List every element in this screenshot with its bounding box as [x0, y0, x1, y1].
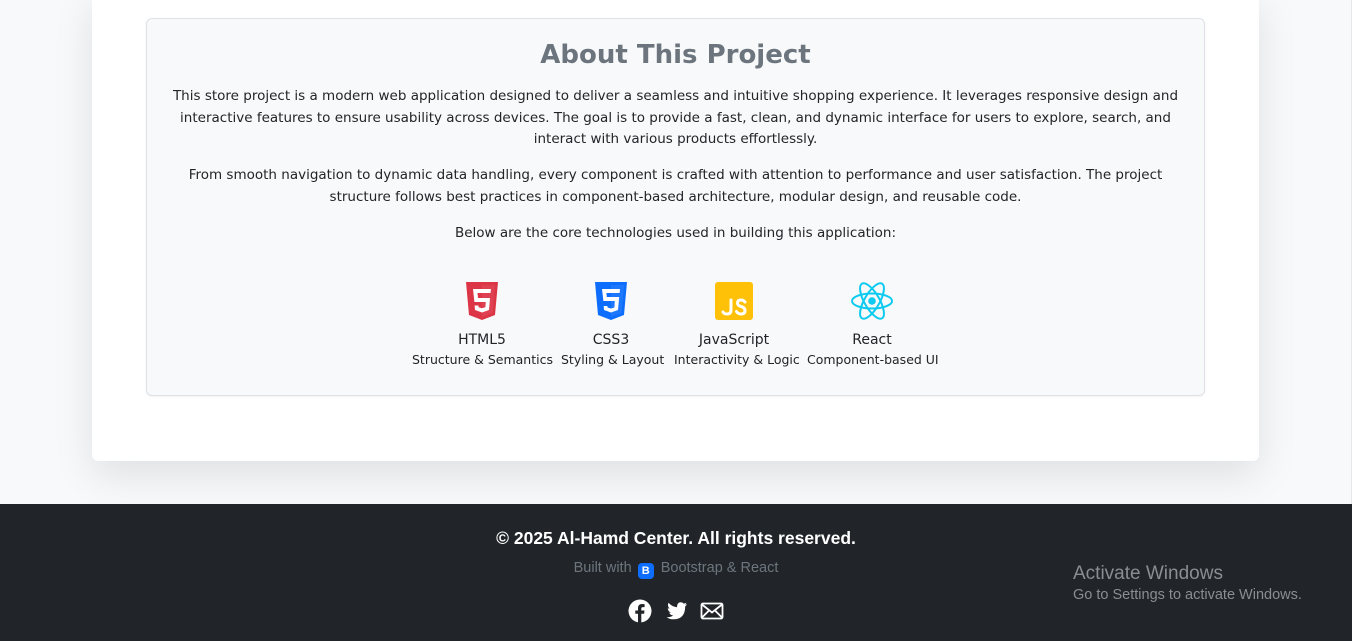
- tech-item-react: React Component-based UI: [807, 281, 939, 367]
- facebook-link[interactable]: [628, 599, 652, 623]
- tech-description: Component-based UI: [807, 352, 939, 367]
- tech-description: Structure & Semantics: [412, 352, 553, 367]
- tech-description: Styling & Layout: [561, 352, 665, 367]
- twitter-link[interactable]: [664, 599, 688, 623]
- email-icon: [700, 602, 724, 620]
- about-paragraph-1: This store project is a modern web appli…: [172, 88, 1179, 147]
- email-link[interactable]: [700, 599, 724, 623]
- about-paragraph-3: Below are the core technologies used in …: [454, 225, 897, 241]
- javascript-icon: [715, 282, 753, 320]
- facebook-icon: [628, 599, 652, 623]
- twitter-icon: [666, 602, 687, 620]
- watermark-subtitle: Go to Settings to activate Windows.: [1073, 587, 1302, 603]
- tech-item-html5: HTML5 Structure & Semantics: [412, 281, 553, 367]
- built-with-suffix: Bootstrap & React: [660, 560, 779, 576]
- tech-item-css3: CSS3 Styling & Layout: [561, 281, 665, 367]
- footer-copyright: © 2025 Al-Hamd Center. All rights reserv…: [496, 528, 856, 548]
- tech-name: JavaScript: [698, 332, 770, 348]
- tech-name: React: [852, 332, 892, 348]
- react-icon: [851, 282, 893, 320]
- watermark-title: Activate Windows: [1073, 563, 1223, 584]
- about-title: About This Project: [540, 40, 811, 70]
- html5-icon: [466, 282, 498, 320]
- about-section: About This Project This store project is…: [146, 18, 1205, 396]
- built-with-prefix: Built with: [573, 560, 632, 576]
- bootstrap-icon: B: [637, 563, 654, 579]
- tech-description: Interactivity & Logic: [674, 352, 800, 367]
- tech-name: CSS3: [592, 332, 630, 348]
- tech-name: HTML5: [458, 332, 506, 348]
- tech-item-javascript: JavaScript Interactivity & Logic: [674, 281, 800, 367]
- about-paragraph-2: From smooth navigation to dynamic data h…: [188, 167, 1163, 205]
- css3-icon: [595, 282, 627, 320]
- windows-activation-watermark: Activate Windows Go to Settings to activ…: [1073, 563, 1302, 603]
